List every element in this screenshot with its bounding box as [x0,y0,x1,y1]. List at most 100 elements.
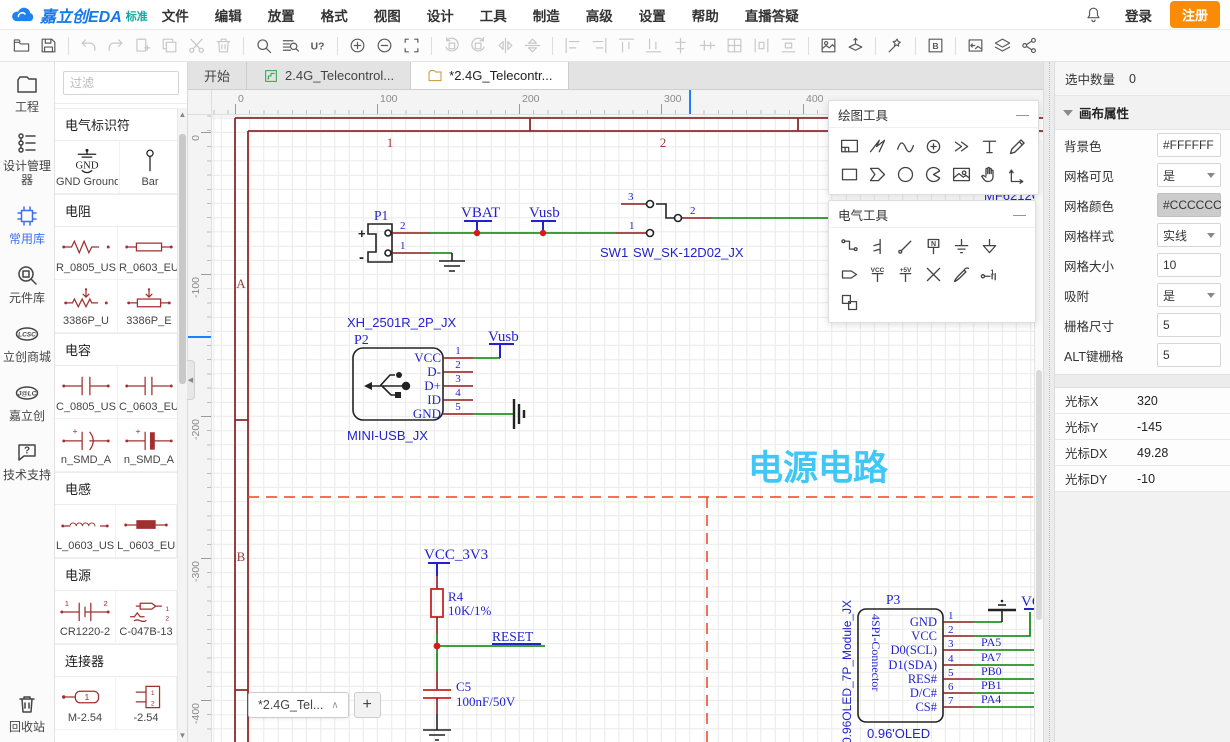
color-swatch-field[interactable]: #CCCCCC [1157,193,1221,217]
vcc-flag-tool-button[interactable]: VCC [863,260,891,288]
library-item[interactable]: L_0603_US [55,505,116,558]
library-section-header[interactable]: 电阻 [55,194,177,227]
library-item[interactable]: L_0603_EU [116,505,177,558]
footprint-name[interactable]: MINI-USB_JX [347,428,428,443]
designator[interactable]: P2 [354,333,369,348]
designator[interactable]: C5 [456,679,471,694]
net-port-tool-button[interactable]: 1 [975,260,1003,288]
sidebar-item-lcsc[interactable]: LCSC立创商城 [0,322,54,364]
library-item[interactable]: R_0603_EU [118,227,177,280]
document-tab[interactable]: 开始 [188,62,247,89]
library-section-header[interactable]: 电感 [55,472,177,505]
app-logo[interactable]: 嘉立创EDA 标准 [10,3,148,27]
sheet-tool-button[interactable] [835,132,863,160]
pencil-tool-button[interactable] [1003,132,1031,160]
component-p2[interactable]: P2 VCC D- D+ [347,333,473,443]
net-query-button[interactable]: U? [304,33,331,59]
rect-tool-button[interactable] [835,160,863,188]
menu-item[interactable]: 格式 [321,5,348,25]
scroll-up-icon[interactable]: ▲ [178,110,187,119]
library-item[interactable]: 12CR1220-2 [55,591,116,644]
search-button[interactable] [250,33,277,59]
property-input[interactable]: 5 [1157,343,1221,367]
library-section-header[interactable]: 电气标识符 [55,108,177,141]
arc-tool-button[interactable] [919,132,947,160]
sidebar-item-design-manager[interactable]: 设计管理器 [0,131,54,187]
sidebar-item-common-lib[interactable]: 常用库 [0,204,54,246]
component-c5[interactable]: C5 100nF/50V [423,672,516,740]
wizard-button[interactable] [882,33,909,59]
v5-flag-tool-button[interactable]: +5V [891,260,919,288]
net-label[interactable]: PA7 [981,650,1001,664]
component-r4[interactable]: R4 10K/1% [431,589,492,634]
menu-item[interactable]: 设置 [639,5,666,25]
net-wire-vusb2[interactable]: Vusb [473,329,519,358]
net-wire-vcc3v3[interactable]: VCC_3V3 [424,547,488,589]
library-item[interactable]: C_0805_US [55,366,118,419]
add-sheet-button[interactable]: + [354,692,381,718]
ground-symbol[interactable] [430,253,465,271]
find-similar-button[interactable] [277,33,304,59]
net-label[interactable]: VBAT [461,205,500,221]
designator[interactable]: SW1 [600,245,628,260]
register-button[interactable]: 注册 [1170,1,1220,28]
net-label[interactable]: PB1 [981,678,1002,692]
spline-tool-button[interactable] [891,132,919,160]
group-tool-button[interactable] [835,288,863,316]
component-p3[interactable]: 0.96OLED_7P_Module_JX P3 4SPI-Connector … [840,592,973,742]
designator[interactable]: P1 [374,208,388,223]
scroll-down-icon[interactable]: ▼ [178,731,187,740]
fit-view-button[interactable] [398,33,425,59]
net-flag-tool-button[interactable] [835,260,863,288]
component-value[interactable]: 10K/1% [448,603,492,618]
footprint-name[interactable]: SW_SK-12D02_JX [633,245,744,260]
component-value[interactable]: 0.96'OLED [867,726,930,741]
zoom-in-button[interactable] [344,33,371,59]
component-value[interactable]: 100nF/50V [456,694,516,709]
open-button[interactable] [8,33,35,59]
library-item[interactable]: C_0603_EU [118,366,177,419]
arrow-tool-button[interactable] [947,132,975,160]
property-select[interactable]: 是 [1157,283,1221,307]
section-title-text[interactable]: 电源电路 [748,449,889,488]
document-tab[interactable]: 2.4G_Telecontrol... [247,62,411,89]
component-p1[interactable]: P1 + - 2 1 XH_2501R_2P_JX [347,208,456,330]
library-item[interactable]: 12C-047B-13 [116,591,177,644]
library-item[interactable]: 1M-2.54 [55,677,116,730]
drag-tool-button[interactable] [975,160,1003,188]
minimize-icon[interactable]: — [1013,210,1026,220]
designator[interactable]: R4 [448,589,464,604]
scrollbar-thumb[interactable] [179,134,186,384]
net-wire-vbat[interactable]: VBAT Vusb [430,205,616,236]
notifications-button[interactable] [1080,2,1107,28]
schematic-canvas[interactable]: 0100200300400 0-100-200-300-400 1 2 A B [188,90,1043,742]
menu-item[interactable]: 制造 [533,5,560,25]
net-label[interactable]: PB0 [981,664,1002,678]
library-section-header[interactable]: 电源 [55,558,177,591]
share-button[interactable] [1016,33,1043,59]
net-wire-reset[interactable]: RESET [434,629,545,672]
sidebar-item-component-lib[interactable]: 元件库 [0,263,54,305]
dimension-tool-button[interactable] [1003,160,1031,188]
net-label[interactable]: PA4 [981,692,1001,706]
polyline-tool-button[interactable] [863,132,891,160]
save-button[interactable] [35,33,62,59]
menu-item[interactable]: 工具 [480,5,507,25]
ground-alt-tool-button[interactable] [975,232,1003,260]
library-section-header[interactable]: 电容 [55,333,177,366]
footprint-name[interactable]: XH_2501R_2P_JX [347,315,456,330]
net-wires-p3[interactable]: VC PA5 PA7 PB0 PB1 PA4 [973,594,1043,707]
net-label[interactable]: RESET [492,629,534,644]
bus-tool-button[interactable] [863,232,891,260]
image-tool-button[interactable] [947,160,975,188]
menu-item[interactable]: 高级 [586,5,613,25]
net-label[interactable]: Vusb [529,205,560,221]
library-item[interactable]: 12-2.54 [116,677,177,730]
property-select[interactable]: 是 [1157,163,1221,187]
menu-item[interactable]: 文件 [162,5,189,25]
polygon-tool-button[interactable] [863,160,891,188]
library-item[interactable]: +n_SMD_A [118,419,177,472]
text-tool-button[interactable] [975,132,1003,160]
canvas-properties-header[interactable]: 画布属性 [1055,96,1230,130]
sidebar-item-support[interactable]: ?技术支持 [0,440,54,482]
